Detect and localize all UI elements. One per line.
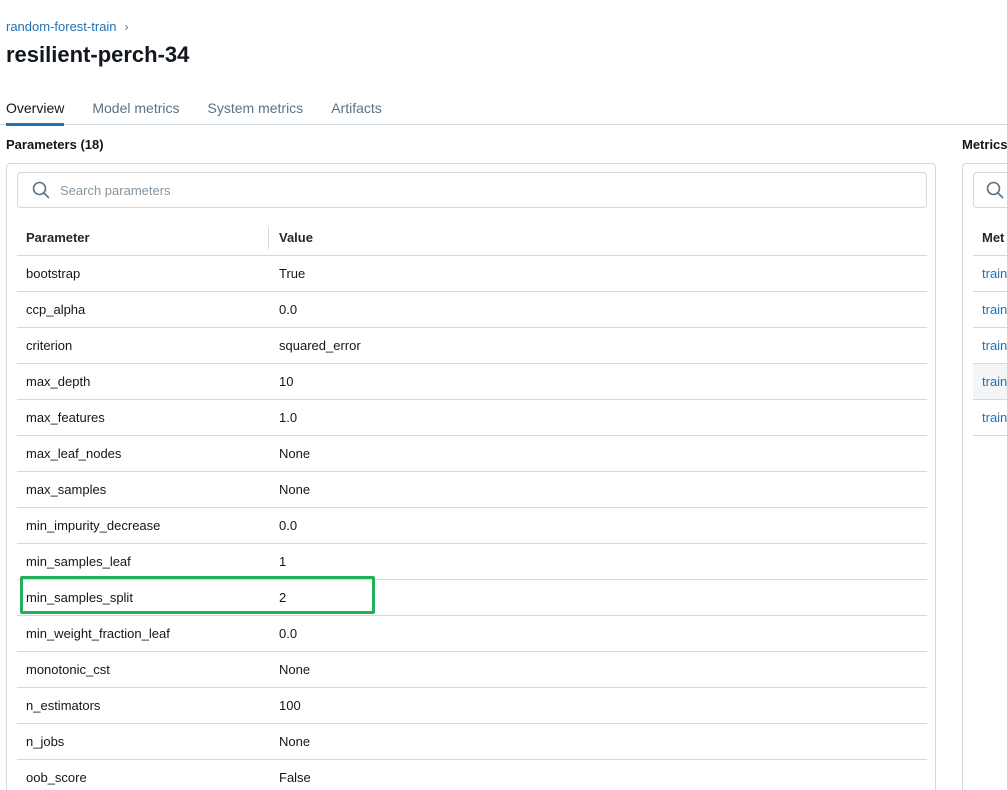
table-row: train bbox=[973, 364, 1007, 400]
run-page: random-forest-train › resilient-perch-34… bbox=[0, 0, 1007, 790]
parameters-table: Parameter Value bootstrap True ccp_alpha 0.… bbox=[17, 220, 927, 790]
parameter-name: max_leaf_nodes bbox=[26, 446, 122, 461]
tab-overview[interactable]: Overview bbox=[6, 97, 65, 126]
metric-name-link[interactable]: train bbox=[973, 410, 1007, 425]
parameters-search-input[interactable] bbox=[58, 181, 878, 199]
parameter-name: min_samples_split bbox=[26, 590, 133, 605]
metric-name-link[interactable]: train bbox=[973, 338, 1007, 353]
metrics-table-body: train train train train train bbox=[973, 256, 1007, 436]
search-icon bbox=[986, 181, 1004, 199]
table-row: bootstrap True bbox=[17, 256, 927, 292]
breadcrumb: random-forest-train › bbox=[6, 19, 129, 34]
parameter-name: min_impurity_decrease bbox=[26, 518, 161, 533]
table-row: criterion squared_error bbox=[17, 328, 927, 364]
parameter-name: oob_score bbox=[26, 770, 87, 785]
parameter-name: criterion bbox=[26, 338, 73, 353]
table-row: min_samples_split 2 bbox=[17, 580, 927, 616]
parameter-name: max_depth bbox=[26, 374, 91, 389]
column-header-metric[interactable]: Met bbox=[973, 230, 1004, 245]
column-header-value[interactable]: Value bbox=[269, 230, 313, 245]
tab-system-metrics[interactable]: System metrics bbox=[208, 97, 304, 125]
parameter-value: squared_error bbox=[279, 338, 361, 353]
table-row: max_leaf_nodes None bbox=[17, 436, 927, 472]
parameter-value: 100 bbox=[279, 698, 301, 713]
page-title: resilient-perch-34 bbox=[6, 42, 190, 67]
table-row: n_estimators 100 bbox=[17, 688, 927, 724]
metric-name-link[interactable]: train bbox=[973, 266, 1007, 281]
metric-name-link[interactable]: train bbox=[973, 302, 1007, 317]
parameter-value: 1 bbox=[279, 554, 287, 569]
parameter-value: None bbox=[279, 482, 311, 497]
metrics-card: Met train train train train train bbox=[962, 163, 1007, 790]
chevron-right-icon: › bbox=[124, 19, 129, 34]
parameters-section-title: Parameters (18) bbox=[6, 137, 104, 152]
tab-artifacts[interactable]: Artifacts bbox=[331, 97, 382, 125]
parameter-value: 2 bbox=[279, 590, 287, 605]
tab-bar: Overview Model metrics System metrics Ar… bbox=[0, 97, 1007, 126]
metrics-table: Met train train train train train bbox=[973, 220, 1007, 436]
parameter-name: n_jobs bbox=[26, 734, 65, 749]
parameter-name: max_samples bbox=[26, 482, 107, 497]
metrics-table-header: Met bbox=[973, 220, 1007, 256]
parameter-value: None bbox=[279, 662, 311, 677]
parameters-table-header: Parameter Value bbox=[17, 220, 927, 256]
table-row: min_impurity_decrease 0.0 bbox=[17, 508, 927, 544]
parameter-value: 10 bbox=[279, 374, 294, 389]
parameter-value: 0.0 bbox=[279, 518, 298, 533]
parameters-search-box[interactable] bbox=[17, 172, 927, 208]
table-row: train bbox=[973, 256, 1007, 292]
parameter-name: monotonic_cst bbox=[26, 662, 110, 677]
parameter-value: True bbox=[279, 266, 306, 281]
table-row: min_samples_leaf 1 bbox=[17, 544, 927, 580]
tab-model-metrics[interactable]: Model metrics bbox=[92, 97, 179, 125]
parameter-value: False bbox=[279, 770, 311, 785]
table-row: max_features 1.0 bbox=[17, 400, 927, 436]
metrics-search-box[interactable] bbox=[973, 172, 1007, 208]
parameter-name: min_weight_fraction_leaf bbox=[26, 626, 170, 641]
table-row: train bbox=[973, 400, 1007, 436]
parameter-name: n_estimators bbox=[26, 698, 101, 713]
table-row: min_weight_fraction_leaf 0.0 bbox=[17, 616, 927, 652]
metric-name-link[interactable]: train bbox=[973, 374, 1007, 389]
parameter-value: 0.0 bbox=[279, 626, 298, 641]
parameters-card: Parameter Value bootstrap True ccp_alpha 0.… bbox=[6, 163, 936, 790]
parameter-value: None bbox=[279, 734, 311, 749]
breadcrumb-experiment-link[interactable]: random-forest-train bbox=[6, 19, 117, 34]
table-row: train bbox=[973, 328, 1007, 364]
table-row: max_depth 10 bbox=[17, 364, 927, 400]
table-row: ccp_alpha 0.0 bbox=[17, 292, 927, 328]
table-row: oob_score False bbox=[17, 760, 927, 790]
table-row: n_jobs None bbox=[17, 724, 927, 760]
parameter-name: bootstrap bbox=[26, 266, 81, 281]
parameter-value: None bbox=[279, 446, 311, 461]
parameter-value: 0.0 bbox=[279, 302, 298, 317]
parameter-name: max_features bbox=[26, 410, 105, 425]
parameter-name: min_samples_leaf bbox=[26, 554, 131, 569]
table-row: monotonic_cst None bbox=[17, 652, 927, 688]
parameter-name: ccp_alpha bbox=[26, 302, 86, 317]
column-header-parameter[interactable]: Parameter bbox=[17, 230, 268, 245]
table-row: train bbox=[973, 292, 1007, 328]
parameter-value: 1.0 bbox=[279, 410, 298, 425]
parameters-table-body: bootstrap True ccp_alpha 0.0 criterion square… bbox=[17, 256, 927, 790]
metrics-section-title: Metrics bbox=[962, 137, 1007, 152]
search-icon bbox=[32, 181, 50, 199]
table-row: max_samples None bbox=[17, 472, 927, 508]
